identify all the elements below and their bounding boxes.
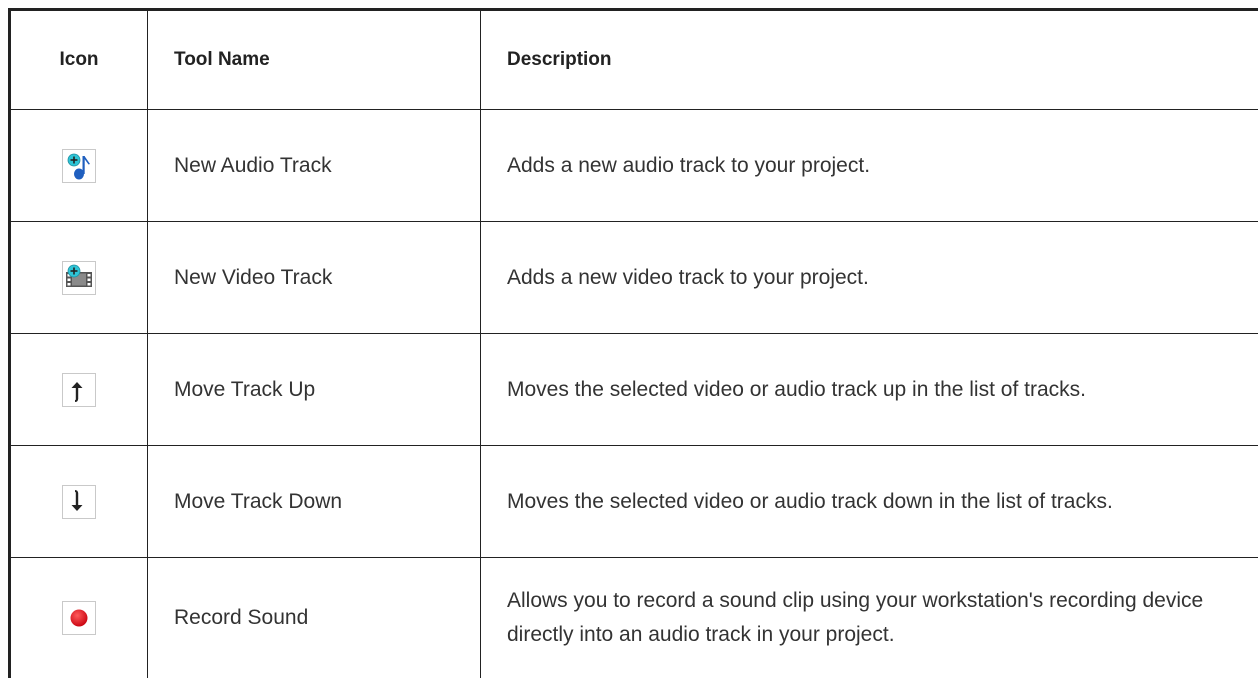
table-row: New Audio Track Adds a new audio track t… (10, 110, 1258, 222)
new-audio-track-icon (62, 149, 96, 183)
icon-cell (10, 446, 148, 558)
move-track-down-icon (62, 485, 96, 519)
new-video-track-icon (62, 261, 96, 295)
table-row: Move Track Down Moves the selected video… (10, 446, 1258, 558)
tool-name: Move Track Up (148, 334, 481, 446)
icon-cell (10, 558, 148, 678)
move-track-up-icon (62, 373, 96, 407)
tool-name: New Video Track (148, 222, 481, 334)
tool-description: Adds a new audio track to your project. (481, 110, 1258, 222)
header-icon: Icon (10, 10, 148, 110)
icon-cell (10, 334, 148, 446)
record-sound-icon (62, 601, 96, 635)
tool-description: Moves the selected video or audio track … (481, 446, 1258, 558)
tool-name: Record Sound (148, 558, 481, 678)
tool-name: New Audio Track (148, 110, 481, 222)
tool-name: Move Track Down (148, 446, 481, 558)
header-tool-name: Tool Name (148, 10, 481, 110)
tool-description: Allows you to record a sound clip using … (481, 558, 1258, 678)
icon-cell (10, 110, 148, 222)
tool-description: Adds a new video track to your project. (481, 222, 1258, 334)
tools-table: Icon Tool Name Description New Audio Tra… (8, 8, 1258, 678)
icon-cell (10, 222, 148, 334)
table-row: New Video Track Adds a new video track t… (10, 222, 1258, 334)
tool-description: Moves the selected video or audio track … (481, 334, 1258, 446)
header-row: Icon Tool Name Description (10, 10, 1258, 110)
table-row: Record Sound Allows you to record a soun… (10, 558, 1258, 678)
header-description: Description (481, 10, 1258, 110)
table-row: Move Track Up Moves the selected video o… (10, 334, 1258, 446)
